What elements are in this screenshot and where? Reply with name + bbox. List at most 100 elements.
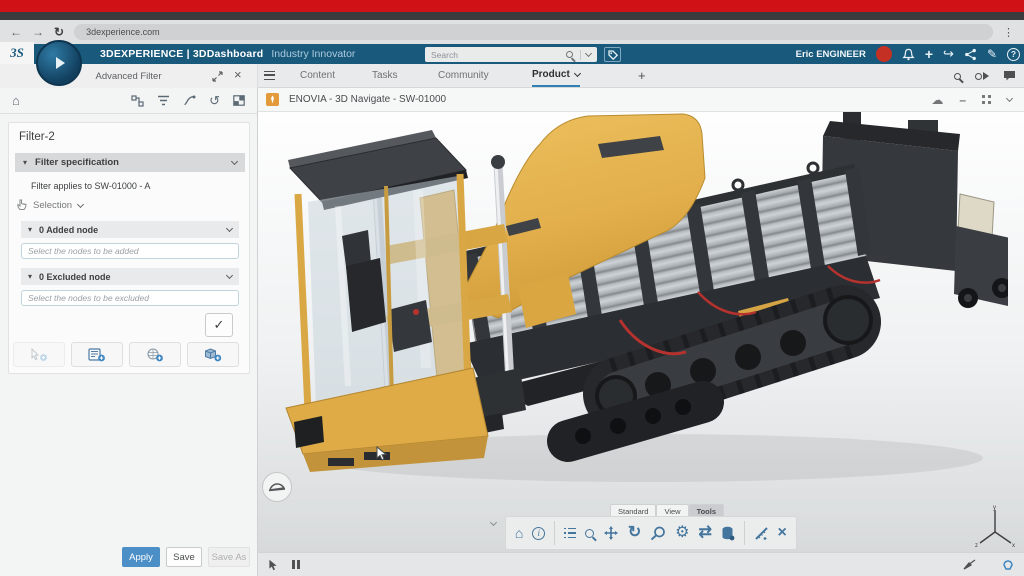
3d-canvas[interactable]: Standard View Tools ⌂ i ↻ ⚙ ⇄ <box>258 112 1024 552</box>
search-options-chevron-icon[interactable] <box>585 50 592 57</box>
browser-toolbar: ← → ↻ 3dexperience.com ⋮ <box>0 20 1024 44</box>
validate-selection-button[interactable]: ✓ <box>205 313 233 337</box>
search-icon[interactable] <box>566 51 573 58</box>
save-button[interactable]: Save <box>166 547 202 567</box>
browser-menu-icon[interactable]: ⋮ <box>1003 26 1014 39</box>
platform-context: Industry Innovator <box>271 48 355 60</box>
dashboard-tab-row: Advanced Filter × Content Tasks Communit… <box>0 64 1024 88</box>
update-sync-icon[interactable]: ⇄ <box>698 525 711 541</box>
3dexperience-compass-icon[interactable] <box>36 40 82 86</box>
widget-menu-chevron-icon[interactable] <box>1006 95 1013 102</box>
panel-layout-icon[interactable] <box>233 95 245 106</box>
search-input[interactable] <box>425 50 566 60</box>
tab-content[interactable]: Content <box>300 64 335 87</box>
media-conference-icon[interactable] <box>975 72 989 80</box>
excluded-node-input[interactable] <box>21 290 239 306</box>
navigation-mode-button[interactable] <box>262 472 292 502</box>
filter-specification-header[interactable]: ▾ Filter specification <box>15 153 245 172</box>
section-chevron-icon[interactable] <box>226 272 233 279</box>
close-toolbar-icon[interactable]: × <box>778 525 787 541</box>
add-from-selection-button[interactable] <box>13 342 65 367</box>
panel-expand-icon[interactable] <box>212 69 223 87</box>
user-name[interactable]: Eric ENGINEER <box>796 49 866 60</box>
apply-button[interactable]: Apply <box>122 547 160 567</box>
select-mode-icon[interactable] <box>268 559 278 571</box>
tabs-menu-icon[interactable] <box>264 71 275 80</box>
selection-dropdown[interactable]: Selection <box>17 199 83 211</box>
section-chevron-icon[interactable] <box>231 158 238 165</box>
filter-display-icon[interactable] <box>157 95 170 106</box>
pause-icon[interactable] <box>292 560 300 569</box>
enovia-app-icon <box>266 93 279 106</box>
viewer-status-bar <box>258 552 1024 576</box>
pen-tools-icon[interactable]: ✎ <box>987 47 997 61</box>
add-geometry-button[interactable] <box>129 342 181 367</box>
browser-back-icon[interactable]: ← <box>10 26 22 38</box>
excluded-node-header[interactable]: ▾ 0 Excluded node <box>21 268 239 285</box>
svg-text:y: y <box>993 505 996 511</box>
model-tree-icon[interactable] <box>564 528 576 539</box>
section-triangle-icon[interactable]: ▾ <box>23 158 27 167</box>
pointer-hand-icon <box>17 199 27 211</box>
section-triangle-icon[interactable]: ▾ <box>28 225 32 234</box>
touch-gesture-icon[interactable] <box>1002 559 1014 571</box>
toolbar-collapse-chevron-icon[interactable] <box>490 519 497 526</box>
zoom-icon[interactable] <box>585 529 594 538</box>
tab-product-chevron-icon[interactable] <box>574 70 581 77</box>
address-bar[interactable]: 3dexperience.com <box>74 24 993 40</box>
platform-brand: 3DEXPERIENCE | 3DDashboard <box>100 48 263 60</box>
viewer-title: ENOVIA - 3D Navigate - SW-01000 <box>289 94 446 105</box>
tag-icon[interactable] <box>604 47 621 62</box>
panel-close-icon[interactable]: × <box>234 67 242 82</box>
database-icon[interactable] <box>721 526 735 541</box>
measure-icon[interactable] <box>754 526 769 541</box>
advanced-filter-panel: ⌂ ↺ Filter-2 ▾ Filter <box>0 88 258 576</box>
selection-chevron-icon[interactable] <box>77 200 84 207</box>
machine-3d-model[interactable] <box>268 112 1008 486</box>
section-chevron-icon[interactable] <box>226 225 233 232</box>
structure-add-icon[interactable] <box>131 95 144 107</box>
undo-icon[interactable]: ↺ <box>209 93 220 109</box>
user-avatar[interactable] <box>876 46 892 62</box>
pin-dart-icon[interactable] <box>963 559 976 570</box>
screen: ← → ↻ 3dexperience.com ⋮ 3DEXPERIENCE | … <box>0 0 1024 576</box>
address-url: 3dexperience.com <box>86 27 160 37</box>
added-node-input[interactable] <box>21 243 239 259</box>
minimize-icon[interactable]: – <box>959 93 966 107</box>
home-view-icon[interactable]: ⌂ <box>515 526 523 540</box>
platform-search[interactable] <box>425 47 597 62</box>
browser-reload-icon[interactable]: ↻ <box>54 26 64 38</box>
share-icon[interactable]: ↪ <box>943 46 954 62</box>
tab-product[interactable]: Product <box>532 64 580 87</box>
filter-card: Filter-2 ▾ Filter specification Filter a… <box>8 122 250 374</box>
recording-border <box>0 0 1024 12</box>
mouse-cursor <box>376 446 387 461</box>
tab-community[interactable]: Community <box>438 64 489 87</box>
render-style-icon[interactable]: ⚙ <box>675 525 689 541</box>
add-tab-icon[interactable]: + <box>638 68 646 83</box>
add-content-icon[interactable]: + <box>925 46 933 62</box>
home-icon[interactable]: ⌂ <box>12 93 20 108</box>
connection-path-icon[interactable] <box>183 95 196 106</box>
info-icon[interactable]: i <box>532 527 545 540</box>
save-as-button[interactable]: Save As <box>208 547 250 567</box>
add-from-list-button[interactable] <box>71 342 123 367</box>
share-network-icon[interactable] <box>964 48 977 61</box>
browser-tab-strip <box>0 12 1024 20</box>
section-triangle-icon[interactable]: ▾ <box>28 272 32 281</box>
platform-top-bar: 3DEXPERIENCE | 3DDashboard Industry Inno… <box>0 44 1024 64</box>
browser-forward-icon[interactable]: → <box>32 26 44 38</box>
tab-tasks[interactable]: Tasks <box>372 64 398 87</box>
help-icon[interactable]: ? <box>1007 48 1020 61</box>
rotate-icon[interactable]: ↻ <box>628 525 641 541</box>
notifications-bell-icon[interactable] <box>902 48 915 61</box>
find-icon[interactable] <box>954 73 961 80</box>
zoom-area-icon[interactable] <box>650 526 666 541</box>
chat-icon[interactable] <box>1003 70 1016 82</box>
add-product-button[interactable] <box>187 342 239 367</box>
added-node-header[interactable]: ▾ 0 Added node <box>21 221 239 238</box>
filter-applies-to: Filter applies to SW-01000 - A <box>31 181 150 191</box>
expand-widget-icon[interactable] <box>982 95 991 104</box>
filter-name: Filter-2 <box>19 131 55 143</box>
pan-icon[interactable] <box>603 525 619 541</box>
